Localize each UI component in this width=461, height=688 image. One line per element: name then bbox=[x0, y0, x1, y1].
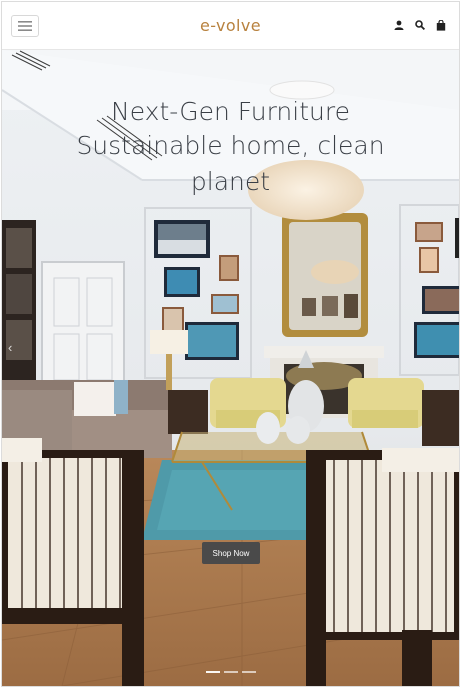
site-logo[interactable]: e-volve bbox=[2, 16, 459, 35]
page-frame: e-volve Next-Gen Furniture Sustainable h… bbox=[1, 1, 460, 687]
shop-now-button[interactable]: Shop Now bbox=[202, 542, 260, 564]
header-actions bbox=[393, 18, 447, 32]
carousel-dot[interactable] bbox=[205, 671, 220, 673]
top-bar: e-volve bbox=[2, 2, 459, 50]
search-icon[interactable] bbox=[414, 18, 426, 32]
shopping-bag-icon[interactable] bbox=[435, 18, 447, 32]
headline-line-2: Sustainable home, clean planet bbox=[76, 131, 385, 196]
hero-carousel[interactable]: Next-Gen Furniture Sustainable home, cle… bbox=[2, 50, 459, 686]
headline-line-1: Next-Gen Furniture bbox=[111, 97, 350, 126]
chevron-left-icon[interactable]: ‹ bbox=[8, 340, 12, 355]
carousel-dot[interactable] bbox=[241, 671, 256, 673]
carousel-dot[interactable] bbox=[223, 671, 238, 673]
carousel-indicators bbox=[2, 671, 459, 673]
hero-headline: Next-Gen Furniture Sustainable home, cle… bbox=[2, 96, 459, 200]
user-icon[interactable] bbox=[393, 18, 405, 32]
